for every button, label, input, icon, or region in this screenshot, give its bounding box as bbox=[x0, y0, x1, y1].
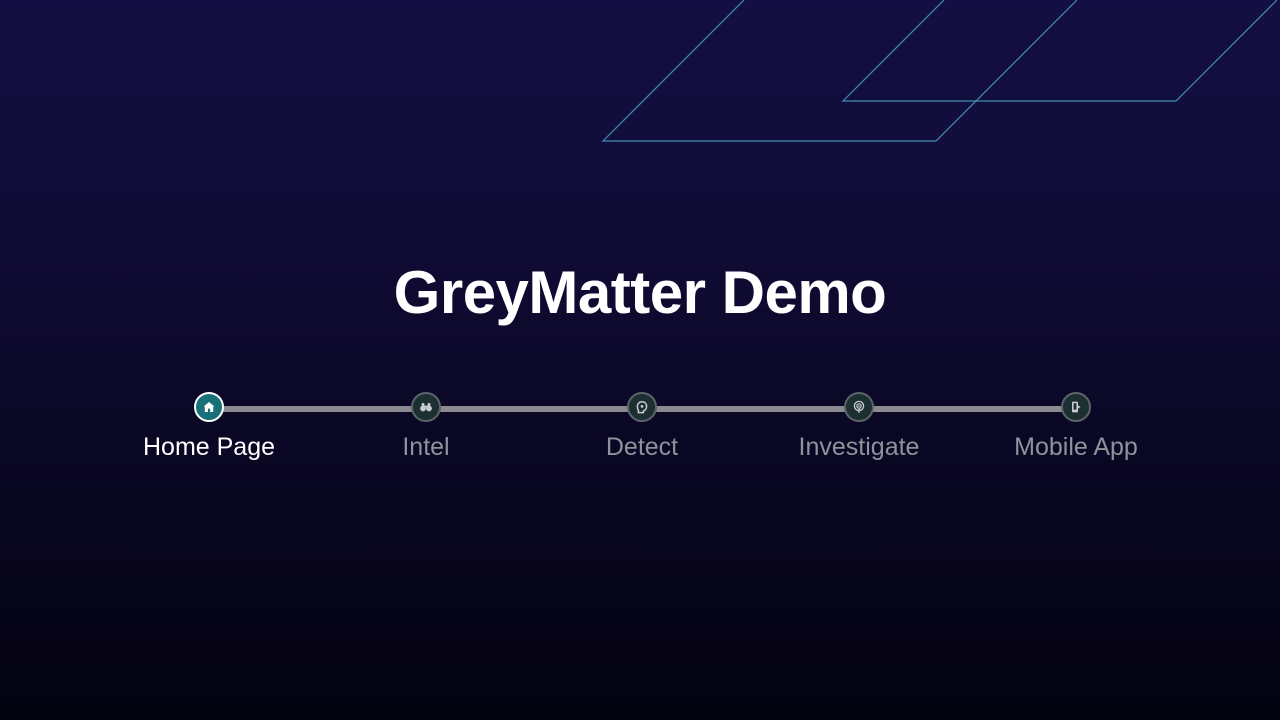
progress-stepper: Home Page Intel Detect Investigate Mobil… bbox=[0, 0, 1280, 720]
step-label: Detect bbox=[605, 433, 679, 461]
step-mobile-app[interactable]: Mobile App bbox=[976, 392, 1176, 462]
step-label: Intel bbox=[402, 433, 450, 461]
step-investigate[interactable]: Investigate bbox=[759, 392, 959, 462]
binoculars-icon bbox=[411, 392, 441, 422]
radar-icon bbox=[844, 392, 874, 422]
step-home-page[interactable]: Home Page bbox=[109, 392, 309, 462]
step-detect[interactable]: Detect bbox=[542, 392, 742, 462]
bell-shield-icon bbox=[627, 392, 657, 422]
step-intel[interactable]: Intel bbox=[326, 392, 526, 462]
step-label: Home Page bbox=[142, 433, 276, 461]
step-label: Investigate bbox=[798, 433, 920, 461]
mobile-app-icon bbox=[1061, 392, 1091, 422]
home-icon bbox=[194, 392, 224, 422]
step-label: Mobile App bbox=[1014, 433, 1138, 461]
